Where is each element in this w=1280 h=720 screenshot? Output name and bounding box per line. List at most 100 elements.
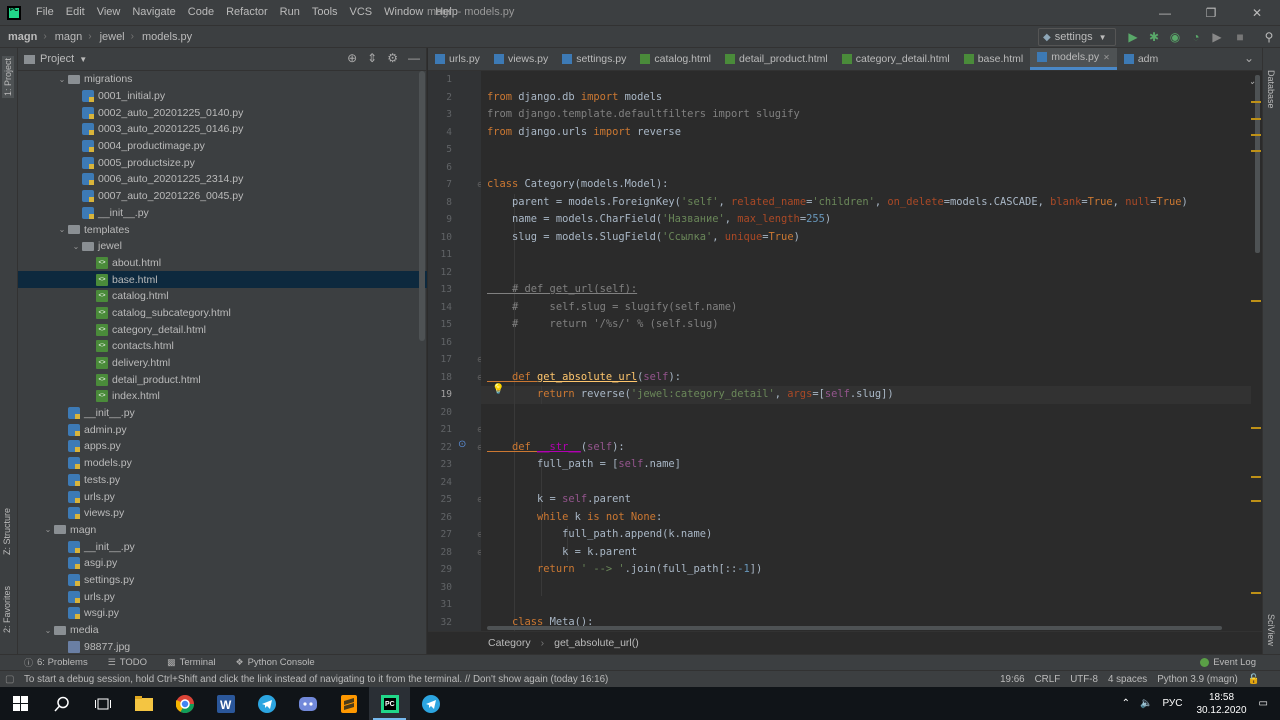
hide-icon[interactable]: — xyxy=(408,51,420,65)
breadcrumb-folder[interactable]: jewel xyxy=(92,31,127,43)
menu-item-run[interactable]: Run xyxy=(274,0,306,25)
favorites-tool-tab[interactable]: 2: Favorites xyxy=(2,586,12,633)
tab-list-chevron-icon[interactable]: ⌄ xyxy=(1244,51,1254,65)
breadcrumb-project[interactable]: magn xyxy=(0,31,39,43)
taskbar-pycharm[interactable]: PC xyxy=(369,687,410,720)
collapse-all-icon[interactable]: ⇕ xyxy=(367,51,377,65)
warning-stripe[interactable] xyxy=(1251,101,1261,103)
editor-tab[interactable]: settings.py xyxy=(555,48,633,70)
tree-file[interactable]: urls.py xyxy=(18,588,427,605)
tree-file[interactable]: asgi.py xyxy=(18,555,427,572)
tree-file[interactable]: apps.py xyxy=(18,438,427,455)
menu-item-tools[interactable]: Tools xyxy=(306,0,344,25)
tree-file[interactable]: delivery.html xyxy=(18,355,427,372)
override-marker-icon[interactable]: ⊙ xyxy=(458,439,466,450)
editor-tab[interactable]: category_detail.html xyxy=(835,48,957,70)
editor-tab[interactable]: base.html xyxy=(957,48,1031,70)
menu-item-edit[interactable]: Edit xyxy=(60,0,91,25)
toggle-tool-windows-icon[interactable]: ▢ xyxy=(5,674,14,685)
tree-file[interactable]: 0006_auto_20201225_2314.py xyxy=(18,171,427,188)
speaker-icon[interactable]: 🔈 xyxy=(1140,698,1152,709)
show-hidden-icons-icon[interactable]: ⌃ xyxy=(1122,698,1130,709)
tree-file[interactable]: base.html xyxy=(18,271,427,288)
event-log-button[interactable]: Event Log xyxy=(1200,657,1256,668)
tree-folder[interactable]: ⌄ migrations xyxy=(18,71,427,88)
profile-icon[interactable]: ◔ xyxy=(1189,30,1203,44)
task-view-button[interactable] xyxy=(82,687,123,720)
tree-file[interactable]: catalog.html xyxy=(18,288,427,305)
menu-item-vcs[interactable]: VCS xyxy=(344,0,379,25)
sciview-tool-tab[interactable]: SciView xyxy=(1266,614,1276,646)
problems-tool-button[interactable]: ⓘ 6: Problems xyxy=(24,656,88,669)
start-button[interactable] xyxy=(0,687,41,720)
tree-file[interactable]: 98877.jpg xyxy=(18,638,427,654)
caret-position[interactable]: 19:66 xyxy=(1000,674,1025,685)
indent-setting[interactable]: 4 spaces xyxy=(1108,674,1147,685)
breadcrumb-method[interactable]: get_absolute_url() xyxy=(554,637,639,649)
tree-file[interactable]: contacts.html xyxy=(18,338,427,355)
project-panel-title[interactable]: Project xyxy=(40,53,74,65)
clock[interactable]: 18:58 30.12.2020 xyxy=(1196,691,1246,717)
close-tab-icon[interactable]: ✕ xyxy=(1103,53,1110,62)
stop-icon[interactable]: ■ xyxy=(1233,30,1247,44)
database-tool-tab[interactable]: Database xyxy=(1266,70,1276,109)
code-editor[interactable]: from django.db import models from django.… xyxy=(481,71,1251,631)
warning-stripe[interactable] xyxy=(1251,118,1261,120)
line-separator[interactable]: CRLF xyxy=(1035,674,1061,685)
lock-icon[interactable]: 🔓 xyxy=(1248,674,1260,685)
tree-file[interactable]: 0003_auto_20201225_0146.py xyxy=(18,121,427,138)
tree-file[interactable]: tests.py xyxy=(18,472,427,489)
input-language[interactable]: РУС xyxy=(1162,698,1182,709)
chevron-down-icon[interactable]: ⌄ xyxy=(56,225,68,234)
tree-file[interactable]: index.html xyxy=(18,388,427,405)
tree-file[interactable]: __init__.py xyxy=(18,538,427,555)
tree-file[interactable]: urls.py xyxy=(18,488,427,505)
chevron-down-icon[interactable]: ⌄ xyxy=(70,242,82,251)
chevron-down-icon[interactable]: ⌄ xyxy=(56,75,68,84)
warning-stripe[interactable] xyxy=(1251,427,1261,429)
locate-icon[interactable]: ⊕ xyxy=(347,51,357,65)
tree-file[interactable]: category_detail.html xyxy=(18,321,427,338)
gear-icon[interactable]: ⚙ xyxy=(387,51,398,65)
tree-file[interactable]: 0001_initial.py xyxy=(18,88,427,105)
search-button[interactable] xyxy=(41,687,82,720)
search-everywhere-icon[interactable]: ⚲ xyxy=(1262,30,1276,44)
tree-file[interactable]: __init__.py xyxy=(18,405,427,422)
menu-item-file[interactable]: File xyxy=(30,0,60,25)
run-icon[interactable]: ▶ xyxy=(1126,30,1140,44)
tree-file[interactable]: admin.py xyxy=(18,421,427,438)
menu-item-code[interactable]: Code xyxy=(182,0,220,25)
breadcrumb-class[interactable]: Category xyxy=(488,637,531,649)
tree-file[interactable]: wsgi.py xyxy=(18,605,427,622)
chevron-down-icon[interactable]: ⌄ xyxy=(42,626,54,635)
tree-file[interactable]: 0005_productsize.py xyxy=(18,154,427,171)
tree-file[interactable]: models.py xyxy=(18,455,427,472)
lightbulb-icon[interactable]: 💡 xyxy=(492,384,504,395)
taskbar-discord[interactable] xyxy=(287,687,328,720)
taskbar-chrome[interactable] xyxy=(164,687,205,720)
taskbar-sublime[interactable] xyxy=(328,687,369,720)
todo-tool-button[interactable]: ☰ TODO xyxy=(108,657,147,668)
maximize-button[interactable]: ❐ xyxy=(1188,0,1234,25)
debug-icon[interactable]: ✱ xyxy=(1147,30,1161,44)
coverage-icon[interactable]: ◉ xyxy=(1168,30,1182,44)
editor-tab[interactable]: models.py ✕ xyxy=(1030,48,1117,70)
tree-file[interactable]: __init__.py xyxy=(18,205,427,222)
file-encoding[interactable]: UTF-8 xyxy=(1070,674,1098,685)
python-console-tool-button[interactable]: ❖ Python Console xyxy=(235,657,314,668)
tree-folder[interactable]: ⌄ magn xyxy=(18,522,427,539)
python-interpreter[interactable]: Python 3.9 (magn) xyxy=(1157,674,1238,685)
taskbar-word[interactable]: W xyxy=(205,687,246,720)
editor-tab[interactable]: detail_product.html xyxy=(718,48,835,70)
tree-file[interactable]: detail_product.html xyxy=(18,371,427,388)
terminal-tool-button[interactable]: ▩ Terminal xyxy=(167,657,215,668)
status-message[interactable]: To start a debug session, hold Ctrl+Shif… xyxy=(0,674,608,685)
taskbar-telegram[interactable] xyxy=(246,687,287,720)
attach-icon[interactable]: ▶ xyxy=(1210,30,1224,44)
tree-file[interactable]: about.html xyxy=(18,255,427,272)
tree-file[interactable]: settings.py xyxy=(18,572,427,589)
taskbar-telegram-2[interactable] xyxy=(410,687,451,720)
warning-stripe[interactable] xyxy=(1251,300,1261,302)
warning-stripe[interactable] xyxy=(1251,150,1261,152)
tree-folder[interactable]: ⌄ media xyxy=(18,622,427,639)
